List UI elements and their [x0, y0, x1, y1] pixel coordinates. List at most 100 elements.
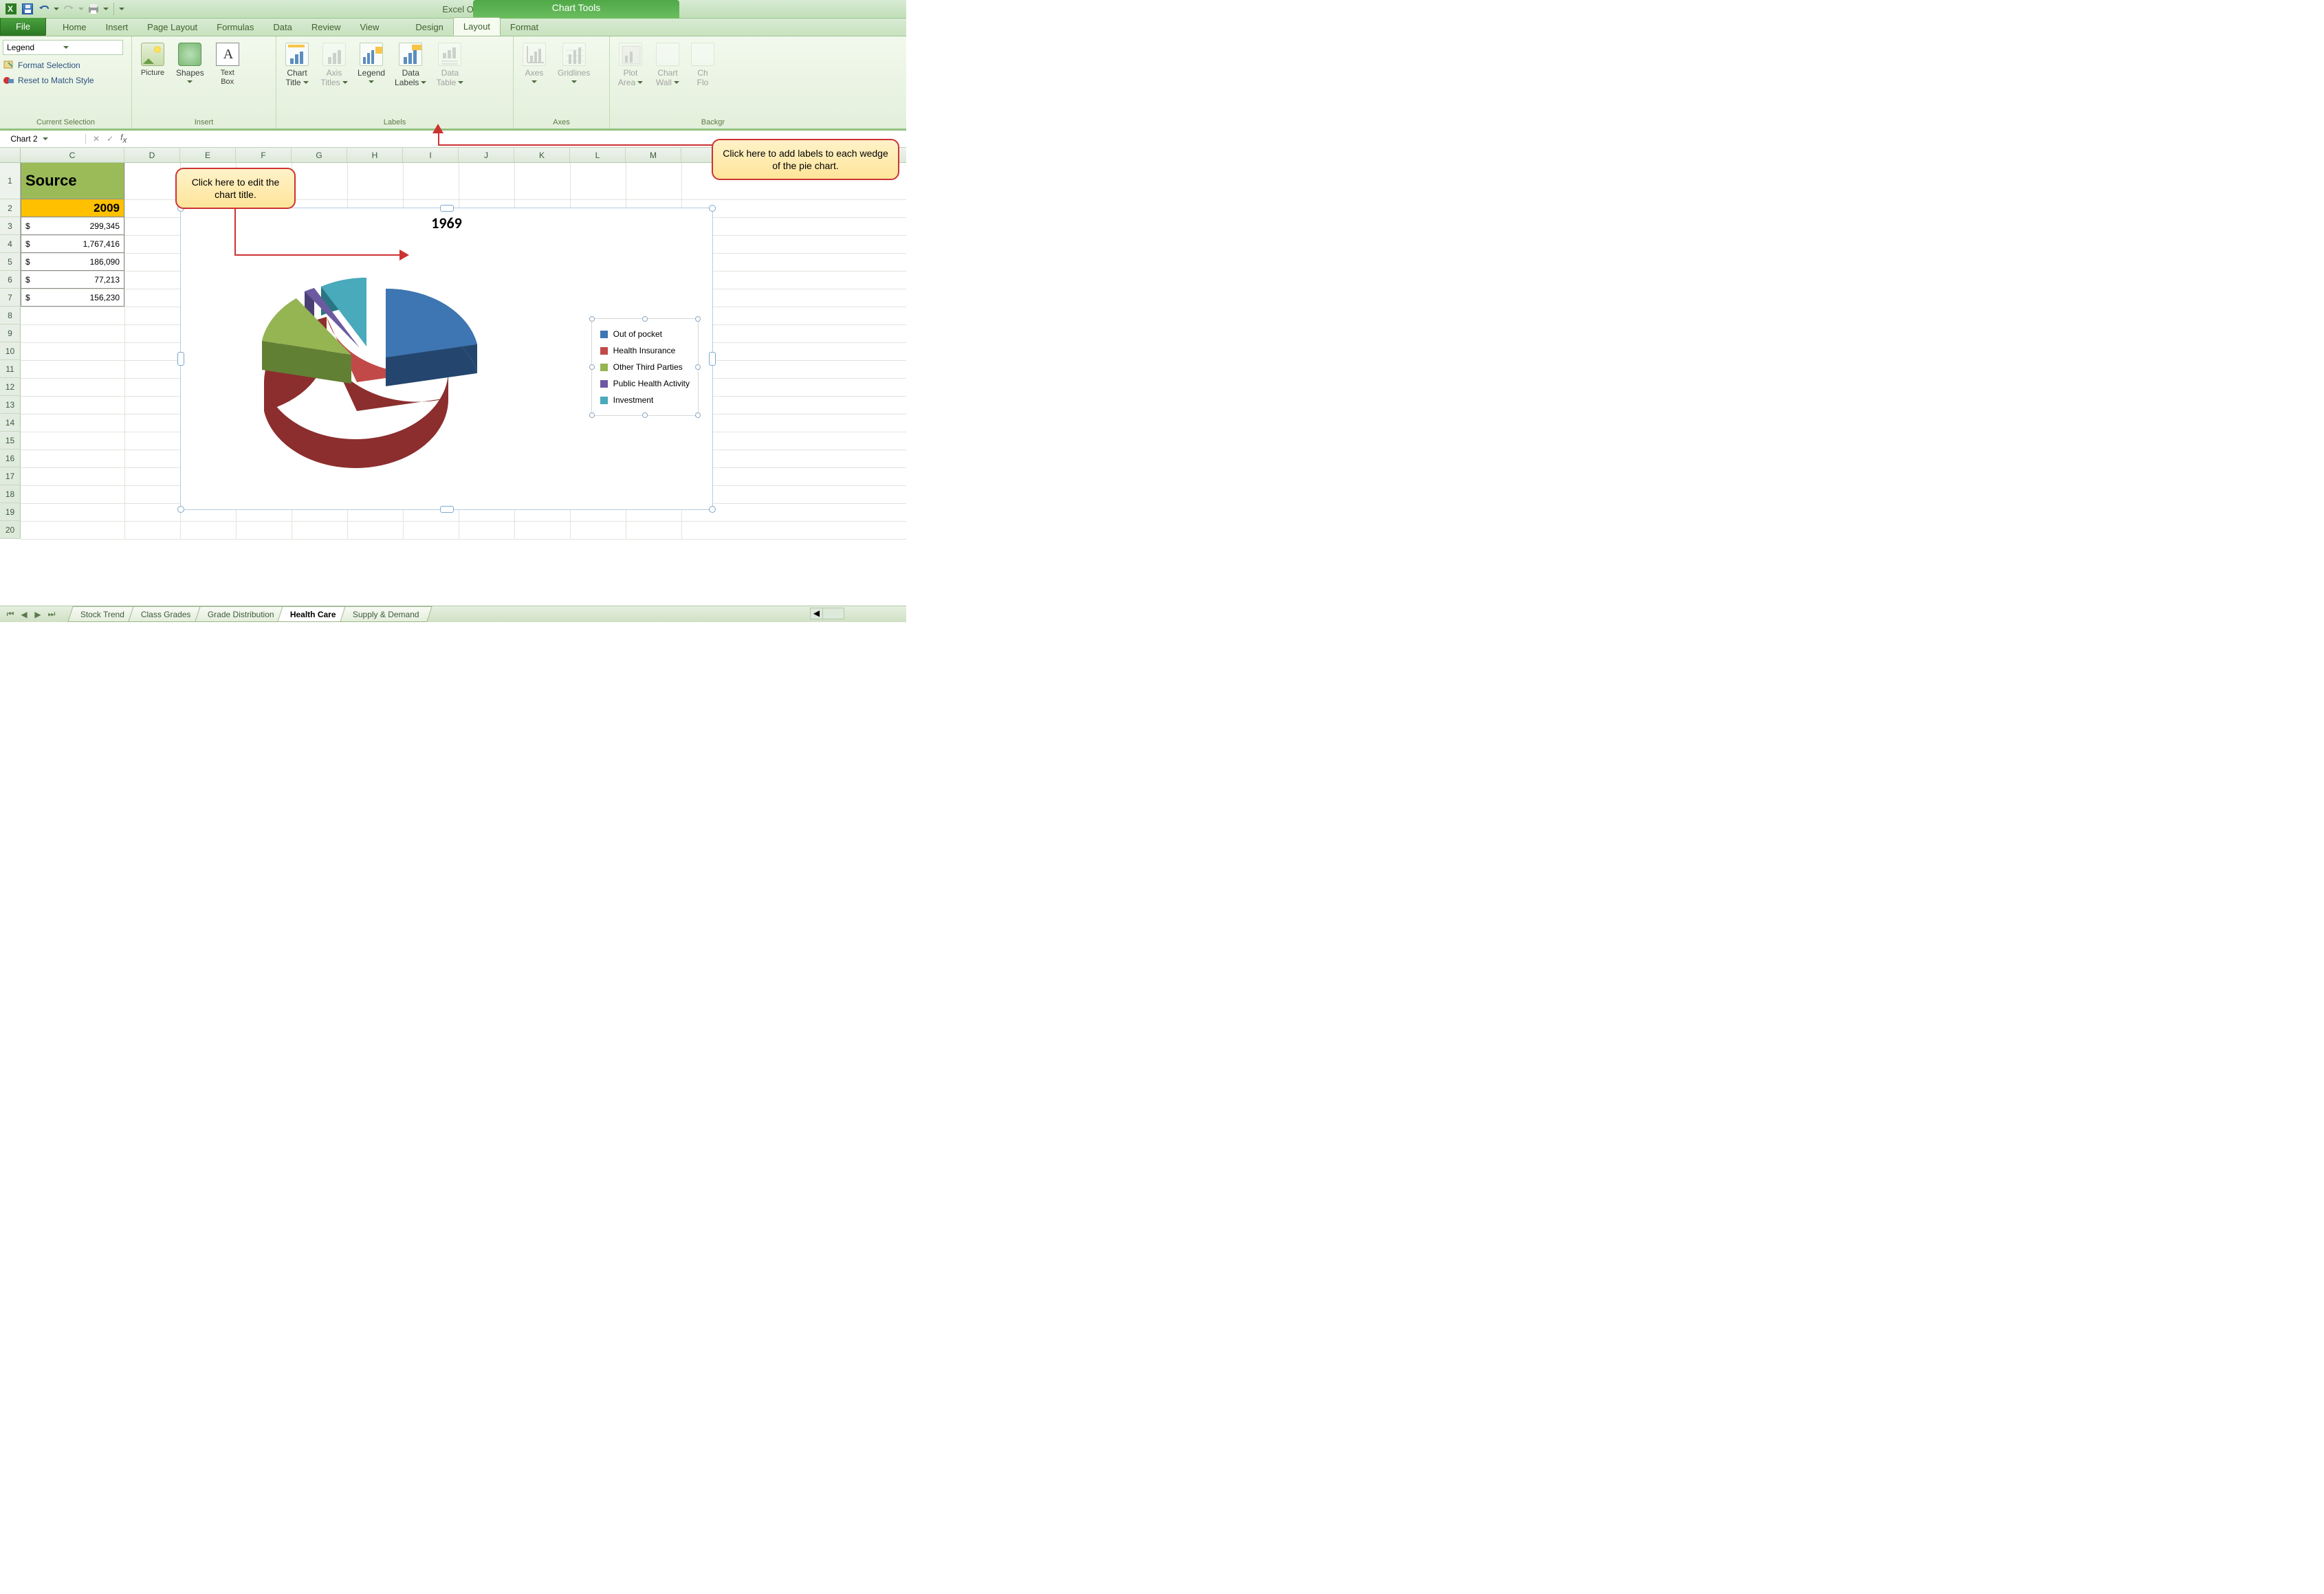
row-10[interactable]: 10 — [0, 342, 21, 360]
excel-icon[interactable]: X — [4, 2, 18, 16]
save-button[interactable] — [21, 2, 34, 16]
col-K[interactable]: K — [514, 148, 570, 162]
col-J[interactable]: J — [459, 148, 514, 162]
layout-tab[interactable]: Layout — [453, 17, 501, 36]
col-C[interactable]: C — [21, 148, 124, 162]
select-all-corner[interactable] — [0, 148, 21, 162]
row-19[interactable]: 19 — [0, 503, 21, 521]
data-tab[interactable]: Data — [263, 19, 301, 36]
col-F[interactable]: F — [236, 148, 292, 162]
col-D[interactable]: D — [124, 148, 180, 162]
reset-style-button[interactable]: Reset to Match Style — [3, 73, 129, 88]
embedded-chart[interactable]: 1969 — [180, 208, 713, 510]
row-13[interactable]: 13 — [0, 396, 21, 414]
format-selection-button[interactable]: Format Selection — [3, 58, 129, 73]
print-dropdown[interactable] — [103, 6, 109, 12]
sheet-tab[interactable]: Grade Distribution — [195, 606, 287, 622]
row-2[interactable]: 2 — [0, 199, 21, 217]
row-6[interactable]: 6 — [0, 271, 21, 289]
svg-text:X: X — [8, 4, 13, 14]
axes-button[interactable]: Axes — [516, 38, 552, 89]
undo-dropdown[interactable] — [54, 6, 59, 12]
sheet-tab-active[interactable]: Health Care — [278, 606, 349, 622]
col-I[interactable]: I — [403, 148, 459, 162]
quick-access-toolbar: X — [0, 2, 129, 16]
pagelayout-tab[interactable]: Page Layout — [138, 19, 207, 36]
col-G[interactable]: G — [292, 148, 347, 162]
shapes-button[interactable]: Shapes — [172, 38, 208, 89]
cell-C2[interactable]: 2009 — [21, 199, 124, 217]
cell-C5[interactable]: $186,090 — [21, 253, 124, 271]
axis-titles-button[interactable]: Axis Titles — [316, 38, 352, 89]
row-18[interactable]: 18 — [0, 485, 21, 503]
gridlines-button[interactable]: Gridlines — [553, 38, 594, 89]
legend-button[interactable]: Legend — [353, 38, 389, 89]
data-labels-button[interactable]: Data Labels — [391, 38, 430, 89]
col-H[interactable]: H — [347, 148, 403, 162]
row-headers: 1 234567891011121314151617181920 — [0, 163, 21, 539]
horizontal-scroll[interactable]: ◀ — [810, 608, 844, 619]
sheet-tab[interactable]: Class Grades — [128, 606, 204, 622]
insert-tab[interactable]: Insert — [96, 19, 138, 36]
view-tab[interactable]: View — [350, 19, 388, 36]
col-L[interactable]: L — [570, 148, 626, 162]
row-15[interactable]: 15 — [0, 432, 21, 450]
formulas-tab[interactable]: Formulas — [207, 19, 263, 36]
col-E[interactable]: E — [180, 148, 236, 162]
row-9[interactable]: 9 — [0, 324, 21, 342]
labels-group: Chart Title Axis Titles Legend Data Labe… — [276, 36, 514, 129]
cell-C3[interactable]: $299,345 — [21, 217, 124, 235]
cell-C6[interactable]: $77,213 — [21, 271, 124, 289]
qat-customize[interactable] — [119, 6, 124, 12]
callout-data-labels: Click here to add labels to each wedge o… — [712, 139, 899, 180]
row-16[interactable]: 16 — [0, 450, 21, 467]
worksheet-area: C D E F G H I J K L M 1 2345678910111213… — [0, 148, 906, 591]
redo-button[interactable] — [62, 2, 76, 16]
chart-title[interactable]: 1969 — [181, 214, 712, 232]
review-tab[interactable]: Review — [302, 19, 351, 36]
row-1[interactable]: 1 — [0, 163, 21, 199]
chart-legend[interactable]: Out of pocket Health Insurance Other Thi… — [591, 318, 699, 416]
redo-dropdown[interactable] — [78, 6, 84, 12]
cell-grid[interactable]: Source 2009 $299,345 $1,767,416 $186,090… — [21, 163, 906, 539]
home-tab[interactable]: Home — [53, 19, 96, 36]
ribbon-tabs: File Home Insert Page Layout Formulas Da… — [0, 19, 906, 36]
col-M[interactable]: M — [626, 148, 681, 162]
plot-area-button[interactable]: Plot Area — [613, 38, 648, 89]
cell-C7[interactable]: $156,230 — [21, 289, 124, 307]
cell-C4[interactable]: $1,767,416 — [21, 235, 124, 253]
chart-wall-button[interactable]: Chart Wall — [650, 38, 686, 89]
row-8[interactable]: 8 — [0, 307, 21, 324]
print-button[interactable] — [87, 2, 100, 16]
row-11[interactable]: 11 — [0, 360, 21, 378]
row-17[interactable]: 17 — [0, 467, 21, 485]
row-3[interactable]: 3 — [0, 217, 21, 235]
undo-button[interactable] — [37, 2, 51, 16]
background-group: Plot Area Chart Wall Ch Flo Backgr — [610, 36, 730, 129]
data-table-button[interactable]: Data Table — [432, 38, 468, 89]
tab-nav-last[interactable]: ⏭ — [45, 609, 58, 620]
sheet-tab[interactable]: Supply & Demand — [340, 606, 432, 622]
row-7[interactable]: 7 — [0, 289, 21, 307]
fx-icon[interactable]: fx — [120, 133, 127, 144]
picture-button[interactable]: Picture — [135, 38, 171, 79]
format-tab[interactable]: Format — [501, 19, 548, 36]
tab-nav-first[interactable]: ⏮ — [4, 609, 17, 620]
cell-C1[interactable]: Source — [21, 163, 124, 199]
row-5[interactable]: 5 — [0, 253, 21, 271]
name-box[interactable]: Chart 2 — [0, 134, 86, 144]
row-14[interactable]: 14 — [0, 414, 21, 432]
chart-elements-combo[interactable]: Legend — [3, 40, 123, 55]
chart-title-button[interactable]: Chart Title — [279, 38, 315, 89]
row-20[interactable]: 20 — [0, 521, 21, 539]
chart-floor-button[interactable]: Ch Flo — [687, 38, 719, 89]
sheet-tab[interactable]: Stock Trend — [67, 606, 138, 622]
row-12[interactable]: 12 — [0, 378, 21, 396]
design-tab[interactable]: Design — [406, 19, 452, 36]
file-tab[interactable]: File — [0, 18, 46, 36]
pie-plot[interactable] — [208, 256, 531, 497]
tab-nav-next[interactable]: ▶ — [32, 609, 44, 620]
tab-nav-prev[interactable]: ◀ — [18, 609, 30, 620]
textbox-button[interactable]: Text Box — [210, 38, 245, 88]
row-4[interactable]: 4 — [0, 235, 21, 253]
